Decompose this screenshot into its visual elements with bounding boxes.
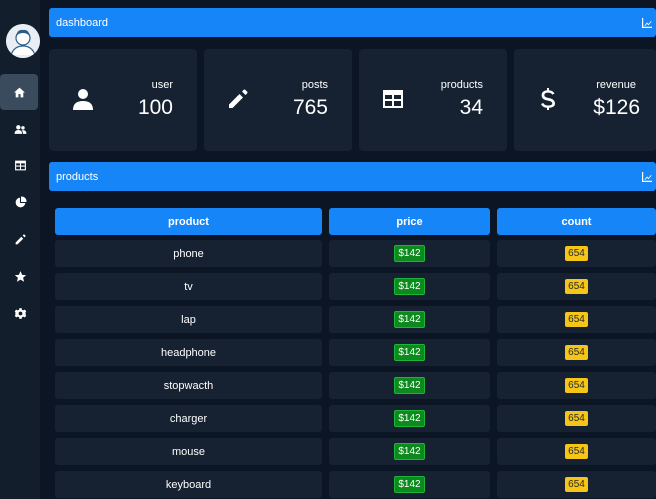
stat-card-products[interactable]: products 34 (359, 49, 507, 151)
gear-icon (14, 307, 26, 319)
product-cell: mouse (55, 438, 322, 465)
price-badge: $142 (394, 278, 425, 295)
price-badge: $142 (394, 245, 425, 262)
chart-line-icon[interactable] (642, 171, 652, 182)
pie-chart-icon (15, 196, 26, 207)
count-badge: 654 (565, 246, 588, 261)
price-cell: $142 (329, 273, 490, 300)
sidebar-item-favorites[interactable] (0, 258, 40, 294)
sidebar-item-users[interactable] (0, 111, 40, 147)
count-badge: 654 (565, 477, 588, 492)
table-icon (381, 87, 405, 111)
stat-card-revenue[interactable]: revenue $126 (514, 49, 656, 151)
stat-value: $126 (593, 96, 640, 119)
column-header-price[interactable]: price (329, 208, 490, 235)
stat-value: 34 (459, 96, 483, 119)
stat-value: 765 (292, 96, 328, 119)
price-badge: $142 (394, 377, 425, 394)
count-badge: 654 (565, 345, 588, 360)
price-badge: $142 (394, 443, 425, 460)
count-badge: 654 (565, 312, 588, 327)
star-icon (14, 270, 26, 282)
count-cell: 654 (497, 306, 656, 333)
stat-label: revenue (596, 79, 636, 91)
stat-card-users[interactable]: user 100 (49, 49, 197, 151)
dashboard-title: dashboard (56, 16, 108, 29)
count-cell: 654 (497, 405, 656, 432)
price-cell: $142 (329, 471, 490, 498)
price-badge: $142 (394, 344, 425, 361)
table-icon (14, 160, 26, 170)
price-badge: $142 (394, 410, 425, 427)
product-cell: keyboard (55, 471, 322, 498)
product-cell: headphone (55, 339, 322, 366)
price-badge: $142 (394, 476, 425, 493)
column-header-count[interactable]: count (497, 208, 656, 235)
price-badge: $142 (394, 311, 425, 328)
stat-label: products (440, 79, 483, 91)
pencil-icon (226, 87, 250, 111)
count-cell: 654 (497, 240, 656, 267)
stat-label: posts (301, 79, 328, 91)
dashboard-header: dashboard (49, 8, 656, 37)
count-cell: 654 (497, 273, 656, 300)
user-icon (71, 87, 95, 111)
count-cell: 654 (497, 438, 656, 465)
sidebar-item-table[interactable] (0, 147, 40, 183)
count-badge: 654 (565, 411, 588, 426)
product-cell: charger (55, 405, 322, 432)
price-cell: $142 (329, 240, 490, 267)
price-cell: $142 (329, 405, 490, 432)
user-avatar-icon (6, 24, 40, 58)
sidebar-item-home[interactable] (0, 74, 38, 110)
home-icon (13, 87, 25, 97)
price-cell: $142 (329, 339, 490, 366)
count-cell: 654 (497, 372, 656, 399)
products-header: products (49, 162, 656, 191)
count-badge: 654 (565, 378, 588, 393)
price-cell: $142 (329, 306, 490, 333)
count-badge: 654 (565, 279, 588, 294)
stat-label: user (151, 79, 173, 91)
sidebar-item-edit[interactable] (0, 221, 40, 257)
sidebar-item-chart[interactable] (0, 184, 40, 220)
sidebar-item-settings[interactable] (0, 295, 40, 331)
stat-value: 100 (137, 96, 173, 119)
product-cell: lap (55, 306, 322, 333)
pencil-icon (15, 233, 26, 244)
price-cell: $142 (329, 438, 490, 465)
count-cell: 654 (497, 339, 656, 366)
count-cell: 654 (497, 471, 656, 498)
product-cell: phone (55, 240, 322, 267)
product-cell: tv (55, 273, 322, 300)
price-cell: $142 (329, 372, 490, 399)
avatar[interactable] (6, 24, 40, 58)
column-header-product[interactable]: product (55, 208, 322, 235)
users-icon (14, 124, 26, 134)
count-badge: 654 (565, 444, 588, 459)
chart-line-icon[interactable] (642, 17, 652, 28)
product-cell: stopwacth (55, 372, 322, 399)
products-title: products (56, 170, 99, 183)
sidebar (0, 0, 40, 499)
dollar-icon (536, 87, 560, 111)
stat-card-posts[interactable]: posts 765 (204, 49, 352, 151)
